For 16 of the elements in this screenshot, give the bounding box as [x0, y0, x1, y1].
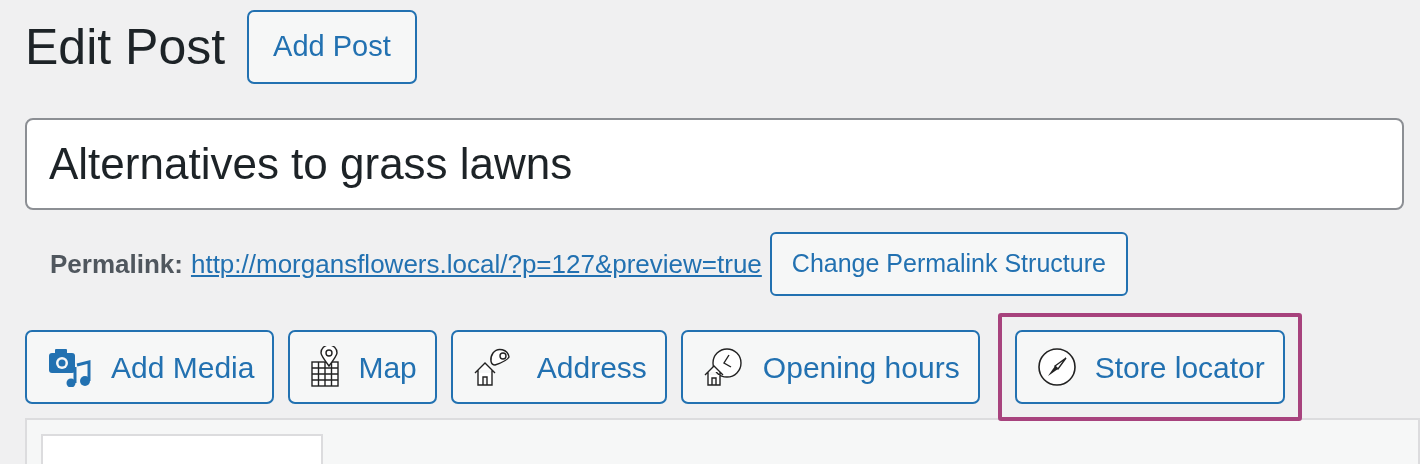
- map-grid-pin-icon: [310, 346, 341, 388]
- editor-media-button[interactable]: Map: [288, 330, 437, 404]
- house-clock-icon: [702, 347, 745, 387]
- permalink-label: Permalink:: [50, 247, 183, 281]
- compass-icon: [1036, 347, 1077, 387]
- media-icon: [47, 347, 93, 387]
- editor-media-button[interactable]: Address: [450, 330, 667, 404]
- change-permalink-button[interactable]: Change Permalink Structure: [769, 232, 1128, 296]
- editor-media-button[interactable]: Add Media: [25, 330, 275, 404]
- permalink-link[interactable]: http://morgansflowers.local/?p=127&preview=true: [190, 244, 762, 284]
- add-post-button[interactable]: Add Post: [247, 10, 417, 84]
- title-field[interactable]: Alternatives to grass lawns: [25, 118, 1404, 210]
- page-title: Edit Post: [25, 22, 226, 72]
- editor-tab[interactable]: [41, 434, 323, 464]
- editor-media-button[interactable]: Store locator: [1014, 330, 1285, 404]
- editor-media-button[interactable]: Opening hours: [680, 330, 980, 404]
